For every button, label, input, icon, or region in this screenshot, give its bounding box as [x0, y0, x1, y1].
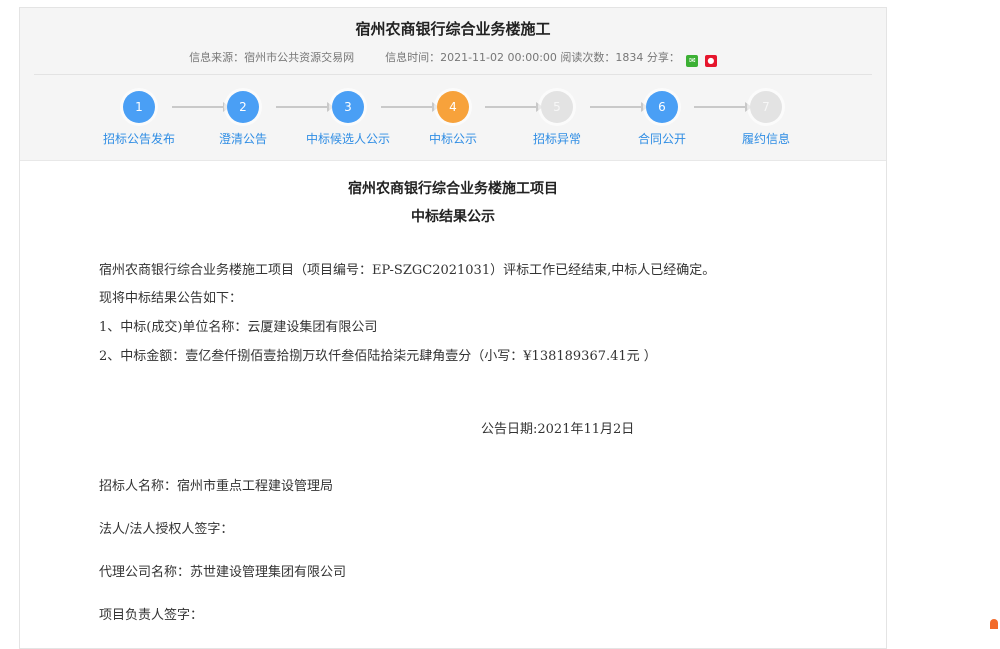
- weibo-icon[interactable]: ●: [704, 55, 717, 67]
- step-circle: 3: [332, 91, 364, 123]
- step-label: 合同公开: [637, 132, 686, 146]
- step-label: 中标候选人公示: [305, 132, 390, 146]
- legal-rep-line: 法人/法人授权人签字：: [99, 522, 234, 537]
- step-circle: 6: [646, 91, 678, 123]
- progress-steps: 1 招标公告发布 2 澄清公告 3 中标候选人公示 4 中标公示 5 招标异常 …: [20, 91, 886, 151]
- notice-date: 公告日期:2021年11月2日: [481, 422, 635, 437]
- notice-meta: 信息来源：宿州市公共资源交易网 信息时间：2021-11-02 00:00:00…: [20, 49, 886, 67]
- announce-line: 现将中标结果公告如下：: [99, 291, 243, 306]
- step-label: 招标公告发布: [102, 132, 175, 146]
- step-label: 招标异常: [532, 132, 581, 146]
- step-label: 履约信息: [741, 132, 790, 146]
- intro-paragraph: 宿州农商银行综合业务楼施工项目（项目编号：EP-SZGC2021031）评标工作…: [99, 263, 716, 278]
- step-circle: 4: [437, 91, 469, 123]
- step-1[interactable]: 1 招标公告发布: [79, 91, 199, 147]
- step-5[interactable]: 5 招标异常: [497, 91, 617, 147]
- step-7[interactable]: 7 履约信息: [706, 91, 826, 147]
- feedback-tab[interactable]: [990, 619, 998, 629]
- step-circle: 5: [541, 91, 573, 123]
- time-label: 信息时间：2021-11-02 00:00:00 阅读次数：1834 分享：: [385, 51, 680, 64]
- source-label: 信息来源：宿州市公共资源交易网: [189, 51, 355, 64]
- amount-line: 2、中标金额：壹亿叁仟捌佰壹拾捌万玖仟叁佰陆拾柒元肆角壹分（小写：¥138189…: [99, 349, 657, 364]
- step-2[interactable]: 2 澄清公告: [183, 91, 303, 147]
- notice-header: 宿州农商银行综合业务楼施工 信息来源：宿州市公共资源交易网 信息时间：2021-…: [20, 8, 886, 161]
- step-circle: 7: [750, 91, 782, 123]
- doc-title: 宿州农商银行综合业务楼施工项目: [348, 181, 558, 197]
- wechat-icon[interactable]: ✉: [686, 55, 699, 67]
- step-4[interactable]: 4 中标公示: [393, 91, 513, 147]
- project-lead-line: 项目负责人签字：: [99, 608, 204, 623]
- doc-subtitle: 中标结果公示: [411, 209, 495, 225]
- step-circle: 1: [123, 91, 155, 123]
- step-label: 中标公示: [428, 132, 477, 146]
- page-title: 宿州农商银行综合业务楼施工: [355, 20, 551, 38]
- step-label: 澄清公告: [218, 132, 267, 146]
- step-3[interactable]: 3 中标候选人公示: [288, 91, 408, 147]
- agent-line: 代理公司名称：苏世建设管理集团有限公司: [99, 565, 347, 580]
- step-6[interactable]: 6 合同公开: [602, 91, 722, 147]
- winner-line: 1、中标(成交)单位名称：云厦建设集团有限公司: [99, 320, 378, 335]
- notice-panel: 宿州农商银行综合业务楼施工 信息来源：宿州市公共资源交易网 信息时间：2021-…: [19, 7, 887, 649]
- step-circle: 2: [227, 91, 259, 123]
- header-divider: [34, 74, 872, 75]
- tenderer-line: 招标人名称：宿州市重点工程建设管理局: [99, 479, 334, 494]
